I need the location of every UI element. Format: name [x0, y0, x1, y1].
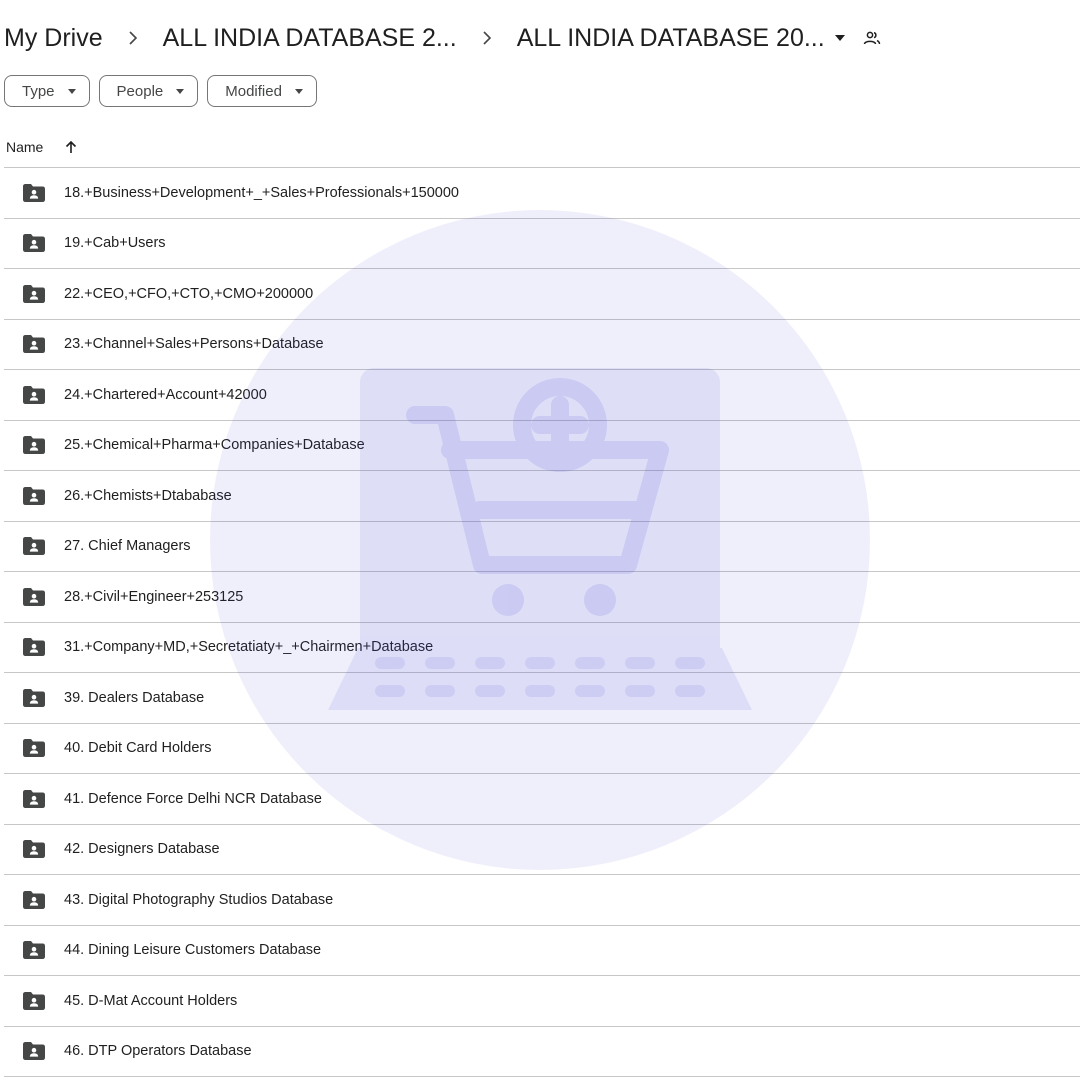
folder-name: 45. D-Mat Account Holders — [64, 992, 238, 1009]
shared-folder-people-icon[interactable] — [863, 31, 881, 45]
folder-row[interactable]: 19.+Cab+Users — [4, 219, 1080, 269]
shared-folder-icon — [23, 436, 45, 455]
folder-row[interactable]: 45. D-Mat Account Holders — [4, 976, 1080, 1027]
folder-name: 31.+Company+MD,+Secretatiaty+_+Chairmen+… — [64, 639, 434, 656]
folder-row[interactable]: 31.+Company+MD,+Secretatiaty+_+Chairmen+… — [4, 623, 1080, 673]
shared-folder-icon — [23, 1042, 45, 1061]
shared-folder-icon — [23, 587, 45, 606]
list-header: Name — [0, 128, 1080, 166]
folder-name: 24.+Chartered+Account+42000 — [64, 386, 267, 403]
shared-folder-icon — [23, 840, 45, 859]
caret-down-icon — [834, 35, 845, 41]
folder-name: 28.+Civil+Engineer+253125 — [64, 588, 244, 605]
folder-row[interactable]: 39. Dealers Database — [4, 673, 1080, 724]
folder-row[interactable]: 18.+Business+Development+_+Sales+Profess… — [4, 168, 1080, 219]
shared-folder-icon — [23, 739, 45, 758]
modified-filter-chip[interactable]: Modified — [207, 75, 317, 107]
folder-row[interactable]: 27. Chief Managers — [4, 522, 1080, 572]
breadcrumb-parent-folder[interactable]: ALL INDIA DATABASE 2... — [163, 24, 457, 53]
folder-name: 22.+CEO,+CFO,+CTO,+CMO+200000 — [64, 285, 314, 302]
people-filter-chip[interactable]: People — [98, 75, 199, 107]
shared-folder-icon — [23, 183, 45, 202]
folder-name: 46. DTP Operators Database — [64, 1043, 252, 1060]
folder-name: 19.+Cab+Users — [64, 235, 166, 252]
folder-name: 44. Dining Leisure Customers Database — [64, 942, 322, 959]
folder-name: 40. Debit Card Holders — [64, 740, 212, 757]
type-filter-chip[interactable]: Type — [4, 75, 90, 107]
folder-name: 39. Dealers Database — [64, 689, 205, 706]
chip-label: Modified — [225, 82, 282, 100]
breadcrumb-current-folder[interactable]: ALL INDIA DATABASE 20... — [517, 24, 845, 53]
chip-label: Type — [22, 82, 55, 100]
folder-name: 42. Designers Database — [64, 841, 220, 858]
folder-row[interactable]: 22.+CEO,+CFO,+CTO,+CMO+200000 — [4, 269, 1080, 320]
shared-folder-icon — [23, 234, 45, 253]
caret-down-icon — [67, 88, 76, 94]
filter-bar: Type People Modified — [4, 75, 317, 107]
shared-folder-icon — [23, 537, 45, 556]
shared-folder-icon — [23, 991, 45, 1010]
folder-row[interactable]: 42. Designers Database — [4, 825, 1080, 875]
chevron-right-icon — [469, 18, 505, 58]
folder-row[interactable]: 25.+Chemical+Pharma+Companies+Database — [4, 421, 1080, 471]
shared-folder-icon — [23, 688, 45, 707]
folder-row[interactable]: 46. DTP Operators Database — [4, 1027, 1080, 1077]
shared-folder-icon — [23, 789, 45, 808]
shared-folder-icon — [23, 941, 45, 960]
shared-folder-icon — [23, 638, 45, 657]
folder-name: 26.+Chemists+Dtababase — [64, 487, 232, 504]
folder-row[interactable]: 44. Dining Leisure Customers Database — [4, 926, 1080, 976]
folder-name: 18.+Business+Development+_+Sales+Profess… — [64, 184, 459, 201]
name-column-header[interactable]: Name — [6, 139, 43, 155]
shared-folder-icon — [23, 385, 45, 404]
folder-name: 41. Defence Force Delhi NCR Database — [64, 790, 322, 807]
file-list: 18.+Business+Development+_+Sales+Profess… — [4, 167, 1080, 1077]
folder-name: 43. Digital Photography Studios Database — [64, 891, 334, 908]
caret-down-icon — [176, 88, 185, 94]
shared-folder-icon — [23, 284, 45, 303]
shared-folder-icon — [23, 890, 45, 909]
folder-row[interactable]: 26.+Chemists+Dtababase — [4, 471, 1080, 522]
caret-down-icon — [294, 88, 303, 94]
folder-row[interactable]: 40. Debit Card Holders — [4, 724, 1080, 774]
shared-folder-icon — [23, 486, 45, 505]
folder-row[interactable]: 41. Defence Force Delhi NCR Database — [4, 774, 1080, 825]
folder-row[interactable]: 43. Digital Photography Studios Database — [4, 875, 1080, 926]
chip-label: People — [116, 82, 164, 100]
folder-name: 23.+Channel+Sales+Persons+Database — [64, 336, 324, 353]
folder-row[interactable]: 23.+Channel+Sales+Persons+Database — [4, 320, 1080, 370]
folder-name: 27. Chief Managers — [64, 538, 191, 555]
folder-row[interactable]: 24.+Chartered+Account+42000 — [4, 370, 1080, 421]
folder-row[interactable]: 28.+Civil+Engineer+253125 — [4, 572, 1080, 623]
shared-folder-icon — [23, 335, 45, 354]
breadcrumb-current-label: ALL INDIA DATABASE 20... — [516, 23, 825, 52]
folder-name: 25.+Chemical+Pharma+Companies+Database — [64, 437, 365, 454]
chevron-right-icon — [115, 18, 151, 58]
breadcrumb: My Drive ALL INDIA DATABASE 2... ALL IND… — [4, 18, 881, 58]
arrow-up-sort-icon[interactable] — [65, 140, 77, 154]
breadcrumb-my-drive[interactable]: My Drive — [4, 24, 103, 53]
